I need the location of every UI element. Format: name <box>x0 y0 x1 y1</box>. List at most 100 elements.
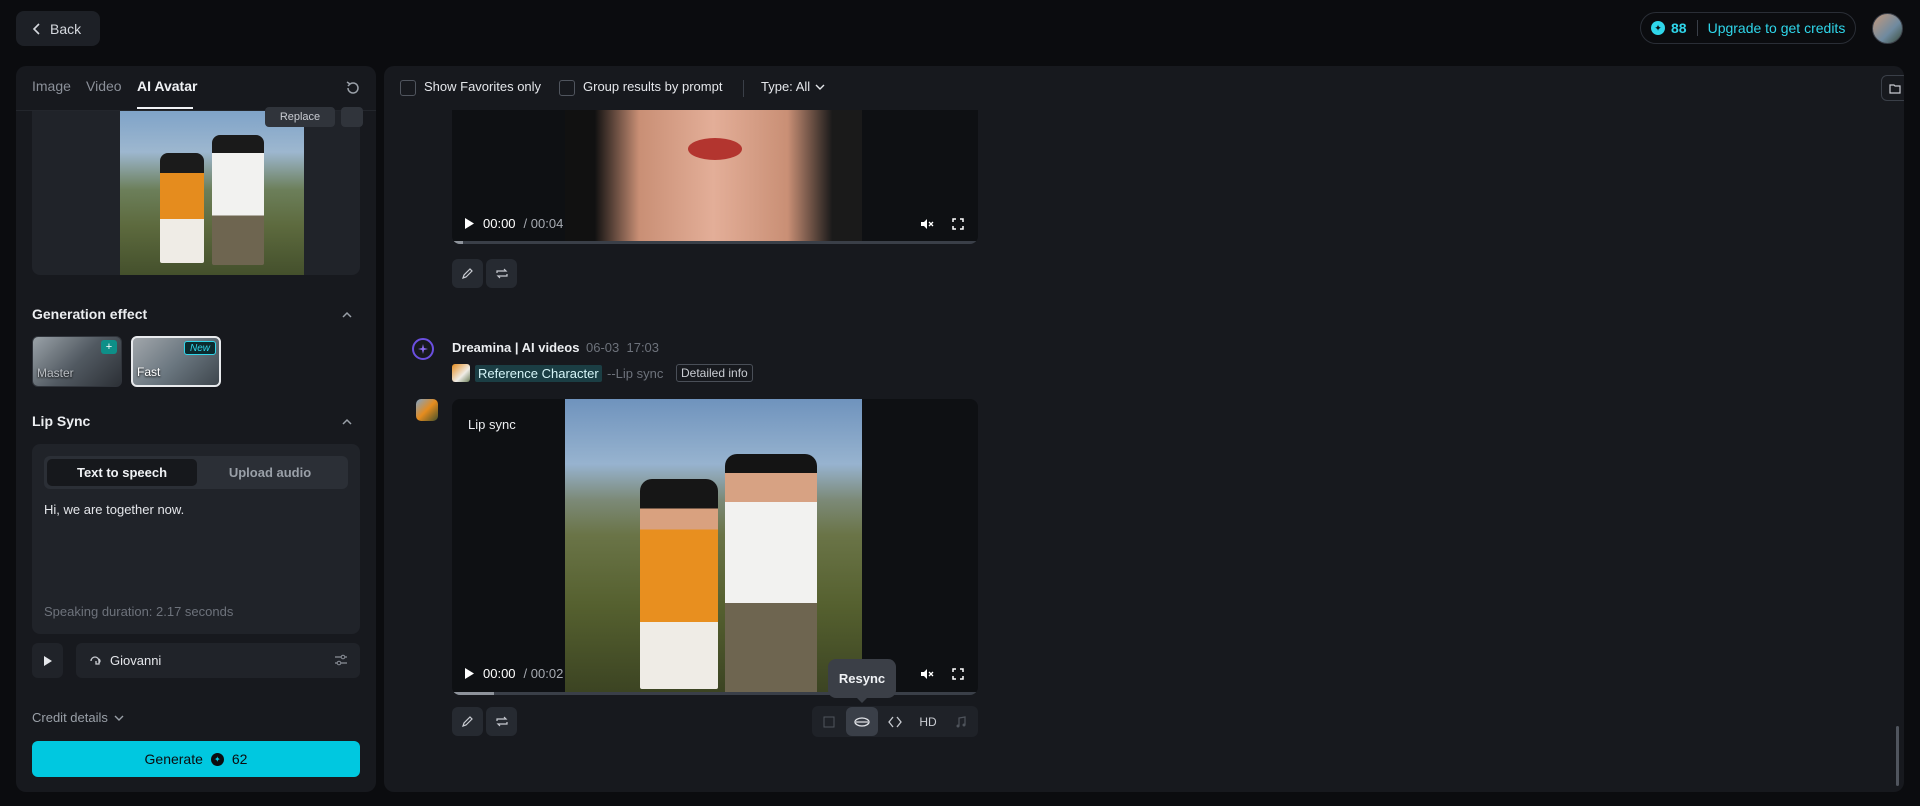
repeat-icon <box>495 716 508 727</box>
voice-select[interactable]: Giovanni <box>76 643 360 678</box>
effect-master-option[interactable]: + Master <box>32 336 122 387</box>
chevron-down-icon <box>114 715 124 721</box>
dreamina-avatar-icon <box>412 338 434 360</box>
resync-tooltip: Resync <box>828 659 896 703</box>
reset-icon[interactable] <box>344 79 362 97</box>
delete-icon[interactable] <box>341 107 363 127</box>
tab-ai-avatar[interactable]: AI Avatar <box>137 78 197 94</box>
play-icon[interactable] <box>464 667 475 680</box>
tab-image[interactable]: Image <box>32 78 71 94</box>
user-mini-avatar <box>416 399 438 421</box>
play-icon[interactable] <box>464 217 475 230</box>
folder-button[interactable] <box>1881 75 1904 101</box>
frame-icon <box>823 716 835 727</box>
reference-chip-label: Reference Character <box>475 364 602 382</box>
diamond-code-icon <box>888 716 902 727</box>
interpolate-tool[interactable] <box>879 707 911 736</box>
video-time-main: 00:00 / 00:02 <box>464 666 563 681</box>
chevron-up-icon[interactable] <box>341 416 353 428</box>
volume-mute-icon[interactable] <box>920 218 934 230</box>
play-icon <box>43 655 52 666</box>
reference-character-card: Replace <box>32 107 363 275</box>
voice-icon <box>90 655 101 665</box>
generation-time: 17:03 <box>626 340 660 355</box>
type-filter-label: Type: All <box>761 79 811 94</box>
video-current-time: 00:00 <box>483 666 516 681</box>
fullscreen-icon[interactable] <box>952 668 964 680</box>
user-avatar[interactable] <box>1872 13 1903 44</box>
reference-character-chip[interactable]: Reference Character <box>452 364 602 382</box>
active-tab-indicator <box>137 107 193 109</box>
back-label: Back <box>50 20 82 37</box>
video-time-top: 00:00 / 00:04 <box>464 216 563 231</box>
voice-name: Giovanni <box>110 653 162 668</box>
edit-button[interactable] <box>452 707 483 736</box>
regenerate-button[interactable] <box>486 707 517 736</box>
upgrade-credits-link[interactable]: Upgrade to get credits <box>1708 20 1846 36</box>
mode-tabs: Image Video AI Avatar <box>16 66 376 111</box>
video-duration: / 00:02 <box>523 666 564 681</box>
video-player-top[interactable]: 00:00 / 00:04 <box>452 110 978 244</box>
left-panel: Image Video AI Avatar Replace Generation… <box>16 66 376 792</box>
video-duration: / 00:04 <box>523 216 564 231</box>
generation-timestamp: 06-03 17:03 <box>586 340 659 355</box>
play-voice-button[interactable] <box>32 643 63 678</box>
filter-separator <box>743 80 744 97</box>
favorites-checkbox[interactable] <box>400 80 416 96</box>
lip-sync-badge: Lip sync <box>468 417 516 432</box>
upscale-tool[interactable] <box>813 707 845 736</box>
reference-image[interactable] <box>120 111 304 275</box>
music-note-icon <box>956 715 966 727</box>
video-progress-bar[interactable] <box>452 241 978 244</box>
resync-tool[interactable] <box>846 707 878 736</box>
effect-fast-option[interactable]: New Fast <box>131 336 221 387</box>
lip-sync-title: Lip Sync <box>32 413 91 429</box>
video-frame-detail <box>688 138 742 160</box>
upload-audio-option[interactable]: Upload audio <box>195 459 345 486</box>
credit-details-label: Credit details <box>32 710 108 725</box>
detailed-info-button[interactable]: Detailed info <box>676 364 753 382</box>
person-figure <box>160 153 204 263</box>
folder-icon <box>1889 83 1901 94</box>
effect-label: Master <box>37 366 74 380</box>
replace-button[interactable]: Replace <box>265 107 335 127</box>
top-bar: Back ✦ 88 Upgrade to get credits <box>0 0 1920 60</box>
video-player-main[interactable]: Lip sync 00:00 / 00:02 <box>452 399 978 695</box>
text-to-speech-option[interactable]: Text to speech <box>47 459 197 486</box>
video-frame <box>565 399 862 695</box>
results-scrollbar[interactable] <box>1896 726 1899 786</box>
volume-mute-icon[interactable] <box>920 668 934 680</box>
credit-details-toggle[interactable]: Credit details <box>32 710 124 725</box>
generation-mode: --Lip sync <box>607 366 664 381</box>
generate-button[interactable]: Generate ✦ 62 <box>32 741 360 777</box>
video-progress-bar[interactable] <box>452 692 978 695</box>
audio-tool[interactable] <box>945 707 977 736</box>
video-progress-fill <box>452 692 495 695</box>
generate-cost: 62 <box>231 751 248 767</box>
lips-icon <box>854 716 870 727</box>
lip-sync-mode-toggle: Text to speech Upload audio <box>44 456 348 489</box>
credit-coin-icon: ✦ <box>1651 21 1665 35</box>
hd-tool[interactable]: HD <box>912 707 944 736</box>
sliders-icon[interactable] <box>334 653 348 667</box>
speech-text-input[interactable]: Hi, we are together now. <box>44 502 184 517</box>
generation-effect-title: Generation effect <box>32 306 148 322</box>
group-by-prompt-label: Group results by prompt <box>583 79 723 94</box>
video-current-time: 00:00 <box>483 216 516 231</box>
group-by-prompt-checkbox[interactable] <box>559 80 575 96</box>
credits-pill[interactable]: ✦ 88 Upgrade to get credits <box>1640 12 1856 44</box>
tab-video[interactable]: Video <box>86 78 122 94</box>
edit-button[interactable] <box>452 259 483 288</box>
generation-date: 06-03 <box>586 340 620 355</box>
fullscreen-icon[interactable] <box>952 218 964 230</box>
type-filter-dropdown[interactable]: Type: All <box>761 79 825 94</box>
back-button[interactable]: Back <box>16 11 100 46</box>
speaking-duration: Speaking duration: 2.17 seconds <box>44 604 234 619</box>
chevron-up-icon[interactable] <box>341 309 353 321</box>
regenerate-button[interactable] <box>486 259 517 288</box>
favorites-label: Show Favorites only <box>424 79 542 94</box>
video-progress-fill <box>452 241 463 244</box>
video-frame <box>565 110 862 244</box>
person-figure <box>725 454 817 694</box>
credit-separator <box>1696 20 1698 36</box>
